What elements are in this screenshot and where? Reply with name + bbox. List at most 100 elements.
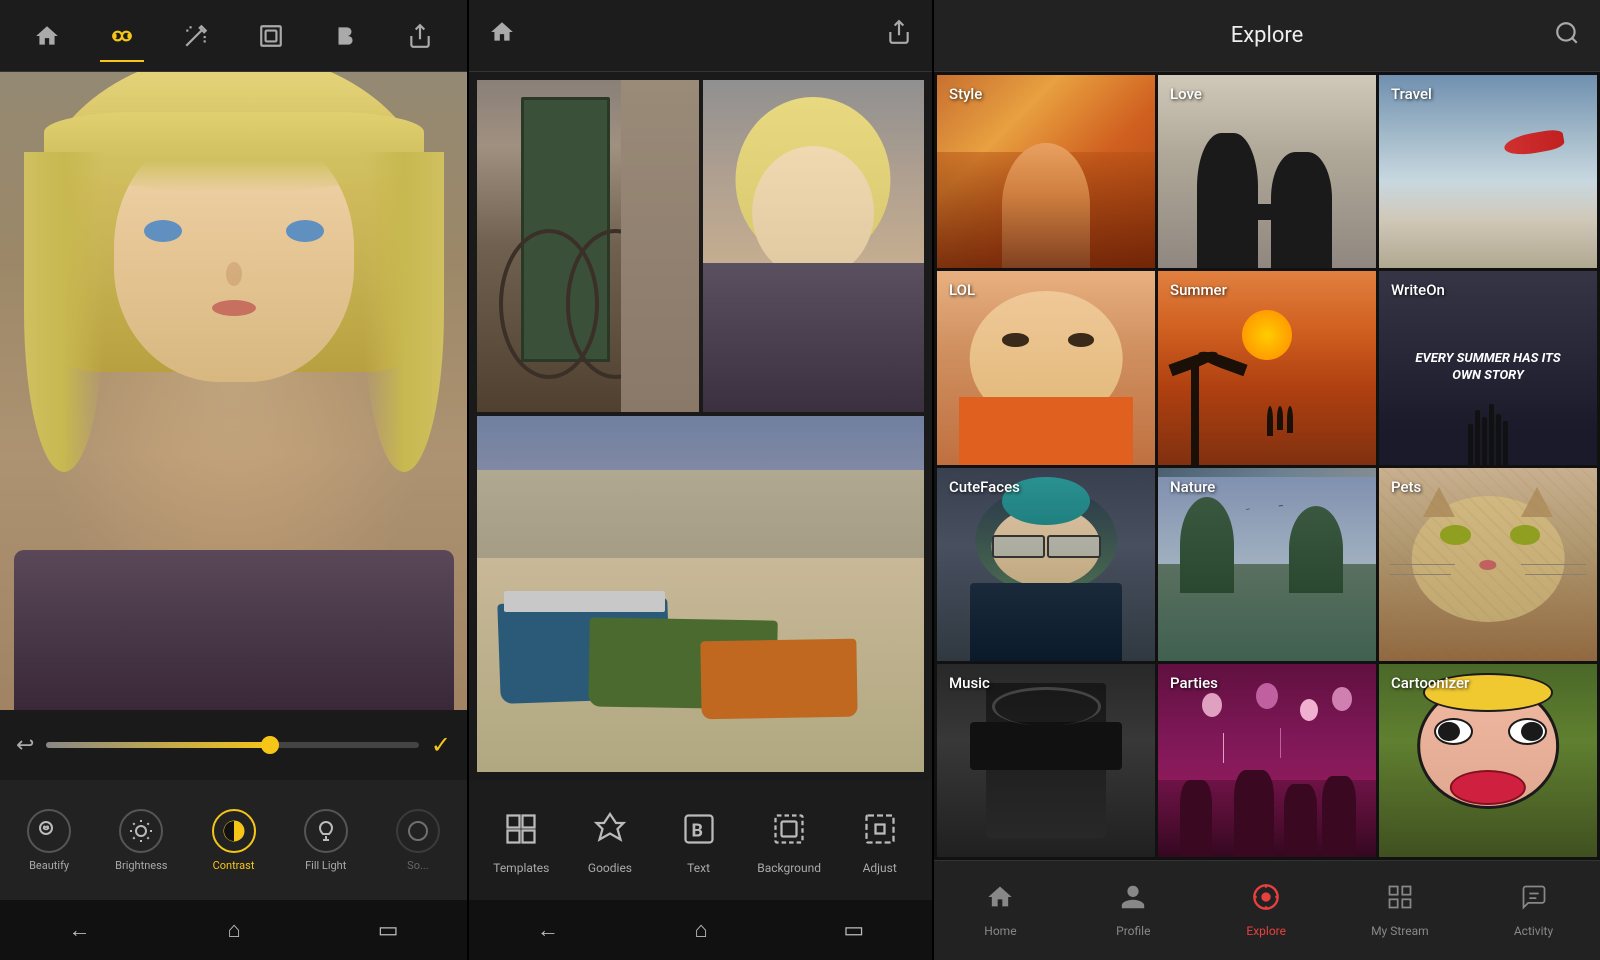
panel-explore: Explore Style: [934, 0, 1600, 960]
contrast-tool[interactable]: Contrast: [188, 801, 278, 880]
grid-cell-writeon[interactable]: EVERY SUMMER HAS ITS OWN STORY WriteOn: [1379, 271, 1597, 464]
adjust-label: Adjust: [863, 861, 897, 875]
music-label: Music: [949, 674, 990, 692]
brightness-slider[interactable]: [46, 742, 418, 748]
editor-nav-bar: ← ⌂ ▭: [0, 900, 467, 960]
collage-cell-bike[interactable]: [477, 80, 699, 412]
filters-button[interactable]: [100, 14, 144, 58]
explore-title: Explore: [1231, 23, 1304, 48]
nature-label: Nature: [1170, 478, 1215, 496]
magic-wand-button[interactable]: [174, 14, 218, 58]
text-icon: B: [675, 805, 723, 853]
background-icon: [765, 805, 813, 853]
grid-cell-pets[interactable]: Pets: [1379, 468, 1597, 661]
filllight-label: Fill Light: [305, 859, 346, 872]
grid-cell-travel[interactable]: Travel: [1379, 75, 1597, 268]
writeon-label: WriteOn: [1391, 281, 1445, 299]
filllight-tool[interactable]: Fill Light: [281, 801, 371, 880]
contrast-icon: [212, 809, 256, 853]
frame-button[interactable]: [249, 14, 293, 58]
collage-home-button[interactable]: [489, 19, 515, 52]
collage-share-button[interactable]: [886, 19, 912, 52]
home-tab-icon: [986, 883, 1014, 918]
adjust-icon: [856, 805, 904, 853]
grid-cell-music[interactable]: Music: [937, 664, 1155, 857]
explore-tab-icon: [1252, 883, 1280, 918]
grid-cell-love[interactable]: Love: [1158, 75, 1376, 268]
collage-cell-boats[interactable]: [477, 416, 924, 772]
shadows-icon: [396, 809, 440, 853]
brightness-label: Brightness: [115, 859, 167, 872]
cartoonizer-label: Cartoonizer: [1391, 674, 1469, 692]
activity-tab-label: Activity: [1514, 924, 1553, 938]
explore-tab-label: Explore: [1246, 924, 1286, 938]
confirm-button[interactable]: ✓: [431, 731, 451, 759]
collage-home-nav[interactable]: ⌂: [674, 907, 727, 953]
beautify-icon: [27, 809, 71, 853]
adjust-tool[interactable]: Adjust: [850, 805, 910, 875]
home-nav-button[interactable]: ⌂: [207, 907, 260, 953]
collage-canvas: [469, 72, 932, 780]
explore-grid: Style Love Travel: [934, 72, 1600, 860]
back-nav-button[interactable]: ←: [48, 907, 110, 953]
background-label: Background: [757, 861, 821, 875]
text-tool[interactable]: B Text: [669, 805, 729, 875]
brightness-tool[interactable]: Brightness: [96, 801, 186, 880]
grid-cell-parties[interactable]: Parties: [1158, 664, 1376, 857]
shadows-label: So...: [407, 859, 429, 872]
summer-label: Summer: [1170, 281, 1227, 299]
grid-cell-cartoonizer[interactable]: Cartoonizer: [1379, 664, 1597, 857]
explore-nav: Home Profile Explore: [934, 860, 1600, 960]
grid-cell-summer[interactable]: Summer: [1158, 271, 1376, 464]
mystream-tab-label: My Stream: [1371, 924, 1429, 938]
editor-photo: [0, 72, 467, 710]
style-label: Style: [949, 85, 982, 103]
background-tool[interactable]: Background: [757, 805, 821, 875]
filllight-icon: [304, 809, 348, 853]
panel-collage: Templates Goodies B Text: [467, 0, 934, 960]
recents-nav-button[interactable]: ▭: [358, 908, 419, 953]
collage-cell-girl[interactable]: [703, 80, 925, 412]
shadows-tool[interactable]: So...: [373, 801, 463, 880]
home-tab-label: Home: [984, 924, 1016, 938]
nav-mystream[interactable]: My Stream: [1359, 875, 1441, 946]
collage-toolbar: [469, 0, 932, 72]
travel-label: Travel: [1391, 85, 1432, 103]
explore-search-button[interactable]: [1554, 20, 1580, 52]
mystream-tab-icon: [1386, 883, 1414, 918]
editor-toolbar: [0, 0, 467, 72]
explore-header: Explore: [934, 0, 1600, 72]
collage-top-row: [477, 80, 924, 412]
nav-home[interactable]: Home: [960, 875, 1040, 946]
parties-label: Parties: [1170, 674, 1218, 692]
grid-cell-nature[interactable]: ∽ ∽ ∽ Nature: [1158, 468, 1376, 661]
beautify-label: Beautify: [29, 859, 69, 872]
panel-editor: ↩ ✓ Beautify: [0, 0, 467, 960]
grid-cell-cutefaces[interactable]: CuteFaces: [937, 468, 1155, 661]
goodies-label: Goodies: [588, 861, 632, 875]
undo-button[interactable]: ↩: [16, 733, 34, 758]
templates-tool[interactable]: Templates: [491, 805, 551, 875]
goodies-tool[interactable]: Goodies: [580, 805, 640, 875]
bold-button[interactable]: [323, 14, 367, 58]
nav-explore[interactable]: Explore: [1226, 875, 1306, 946]
beautify-tool[interactable]: Beautify: [4, 801, 94, 880]
nav-activity[interactable]: Activity: [1494, 875, 1574, 946]
cutefaces-label: CuteFaces: [949, 478, 1020, 496]
grid-cell-style[interactable]: Style: [937, 75, 1155, 268]
love-label: Love: [1170, 85, 1202, 103]
collage-recents-nav[interactable]: ▭: [823, 908, 884, 953]
grid-cell-lol[interactable]: LOL: [937, 271, 1155, 464]
text-label: Text: [687, 861, 710, 875]
profile-tab-icon: [1119, 883, 1147, 918]
collage-back-button[interactable]: ←: [517, 907, 579, 953]
templates-icon: [497, 805, 545, 853]
nav-profile[interactable]: Profile: [1093, 875, 1173, 946]
pets-label: Pets: [1391, 478, 1421, 496]
home-button[interactable]: [25, 14, 69, 58]
tools-row: Beautify Brightness: [0, 780, 467, 900]
adjustment-bar: ↩ ✓: [0, 710, 467, 780]
activity-tab-icon: [1520, 883, 1548, 918]
contrast-label: Contrast: [213, 859, 255, 872]
share-button[interactable]: [398, 14, 442, 58]
